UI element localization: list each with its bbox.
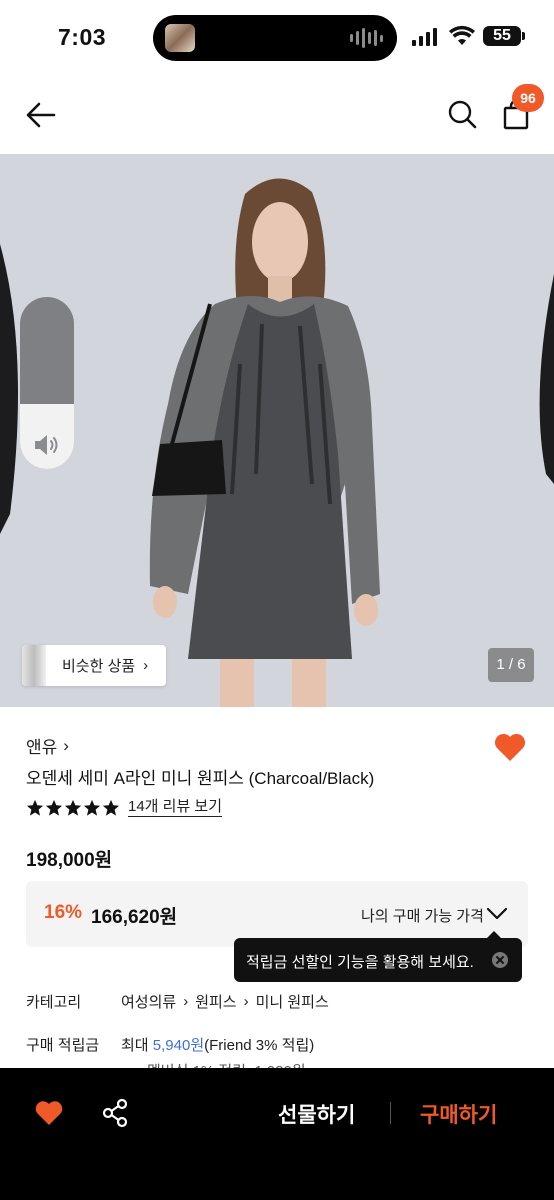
category-link[interactable]: 미니 원피스 bbox=[256, 991, 329, 1012]
star-icon bbox=[64, 799, 82, 816]
search-icon[interactable] bbox=[446, 98, 478, 130]
star-icon bbox=[26, 799, 44, 816]
chevron-down-icon[interactable] bbox=[486, 905, 508, 921]
review-link[interactable]: 14개 리뷰 보기 bbox=[128, 798, 223, 817]
category-label: 카테고리 bbox=[26, 994, 82, 1011]
now-playing-thumbnail bbox=[165, 24, 195, 52]
chevron-right-icon: › bbox=[63, 735, 69, 755]
top-navigation: 96 bbox=[0, 76, 554, 154]
cart-count-badge: 96 bbox=[512, 84, 544, 112]
my-price-label[interactable]: 나의 구매 가능 가격 bbox=[361, 905, 484, 926]
brand-link[interactable]: 앤유 › bbox=[26, 733, 69, 758]
back-arrow-icon[interactable] bbox=[24, 98, 58, 132]
points-tooltip: 적립금 선할인 기능을 활용해 보세요. bbox=[234, 931, 522, 982]
cellular-signal-icon bbox=[412, 28, 437, 46]
points-suffix: (Friend 3% 적립) bbox=[204, 1037, 315, 1054]
gift-button[interactable]: 선물하기 bbox=[278, 1099, 355, 1129]
star-icon bbox=[83, 799, 101, 816]
battery-icon: 55 bbox=[483, 26, 525, 46]
breadcrumb: 여성의류 › 원피스 › 미니 원피스 bbox=[121, 991, 329, 1012]
similar-product-thumbnail bbox=[22, 645, 46, 686]
wifi-icon bbox=[449, 25, 475, 45]
share-icon[interactable] bbox=[101, 1098, 129, 1128]
star-icon bbox=[102, 799, 120, 816]
divider bbox=[390, 1102, 391, 1124]
category-link[interactable]: 원피스 bbox=[195, 991, 236, 1012]
audio-waveform-icon bbox=[350, 28, 383, 48]
similar-products-button[interactable]: 비슷한 상품 › bbox=[22, 645, 166, 686]
sale-price: 166,620원 bbox=[91, 907, 178, 928]
volume-slider[interactable] bbox=[20, 297, 74, 469]
bottom-action-bar: 선물하기 구매하기 bbox=[0, 1068, 554, 1200]
points-info: 최대 5,940원(Friend 3% 적립) bbox=[121, 1034, 314, 1055]
chevron-right-icon: › bbox=[143, 657, 149, 674]
product-title: 오덴세 세미 A라인 미니 원피스 (Charcoal/Black) bbox=[26, 769, 375, 788]
status-bar: 7:03 55 bbox=[0, 0, 554, 76]
discount-rate: 16% bbox=[44, 902, 83, 923]
chevron-right-icon: › bbox=[243, 993, 249, 1010]
wishlist-heart-icon[interactable] bbox=[493, 731, 527, 763]
points-amount: 5,940원 bbox=[152, 1037, 205, 1054]
points-label: 구매 적립금 bbox=[26, 1037, 100, 1054]
speaker-icon bbox=[35, 435, 58, 455]
star-icon bbox=[45, 799, 63, 816]
original-price: 198,000원 bbox=[26, 850, 113, 871]
dynamic-island[interactable] bbox=[153, 15, 397, 61]
wishlist-heart-icon[interactable] bbox=[34, 1099, 64, 1127]
brand-name: 앤유 bbox=[26, 738, 58, 757]
category-link[interactable]: 여성의류 bbox=[121, 991, 176, 1012]
similar-products-label: 비슷한 상품 bbox=[62, 658, 136, 675]
star-rating bbox=[26, 799, 120, 817]
chevron-right-icon: › bbox=[183, 993, 189, 1010]
rating-row: 14개 리뷰 보기 bbox=[26, 798, 223, 817]
tooltip-text: 적립금 선할인 기능을 활용해 보세요. bbox=[246, 954, 474, 971]
close-icon[interactable] bbox=[492, 952, 508, 968]
product-photo bbox=[0, 154, 554, 707]
image-page-indicator: 1 / 6 bbox=[488, 648, 534, 682]
buy-button[interactable]: 구매하기 bbox=[420, 1099, 497, 1129]
status-time: 7:03 bbox=[58, 24, 107, 50]
points-prefix: 최대 bbox=[121, 1037, 153, 1054]
product-image-carousel[interactable]: 비슷한 상품 › 1 / 6 bbox=[0, 154, 554, 707]
